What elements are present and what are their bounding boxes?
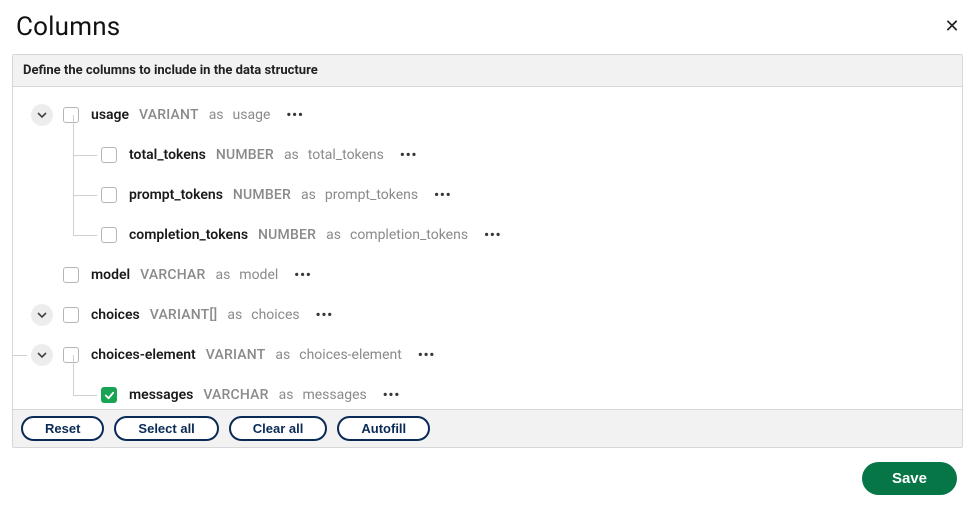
more-icon[interactable]: ••• <box>282 106 307 125</box>
tree-node-usage: usage VARIANT as usage ••• <box>31 95 952 135</box>
column-type: VARIANT <box>206 347 266 363</box>
columns-dialog: Columns ✕ Define the columns to include … <box>0 0 975 505</box>
as-label: as <box>301 187 316 203</box>
column-alias: messages <box>302 387 366 403</box>
checkbox-model[interactable] <box>63 267 79 283</box>
reset-button[interactable]: Reset <box>21 416 104 441</box>
column-name: usage <box>91 107 129 123</box>
column-name: total_tokens <box>129 147 206 163</box>
as-label: as <box>326 227 341 243</box>
column-type: NUMBER <box>233 187 291 203</box>
checkbox-usage[interactable] <box>63 107 79 123</box>
close-icon[interactable]: ✕ <box>941 16 963 38</box>
clear-all-button[interactable]: Clear all <box>229 416 328 441</box>
column-type: VARCHAR <box>140 267 205 283</box>
as-label: as <box>215 267 230 283</box>
as-label: as <box>227 307 242 323</box>
tree-node-completion-tokens: completion_tokens NUMBER as completion_t… <box>101 215 952 255</box>
as-label: as <box>275 347 290 363</box>
column-alias: model <box>239 267 278 283</box>
column-alias: total_tokens <box>308 147 384 163</box>
panel-header: Define the columns to include in the dat… <box>13 55 962 87</box>
more-icon[interactable]: ••• <box>379 386 404 405</box>
column-alias: completion_tokens <box>350 227 468 243</box>
more-icon[interactable]: ••• <box>414 346 439 365</box>
as-label: as <box>284 147 299 163</box>
column-alias: prompt_tokens <box>325 187 418 203</box>
checkbox-total-tokens[interactable] <box>101 147 117 163</box>
columns-panel: Define the columns to include in the dat… <box>12 54 963 448</box>
column-name: model <box>91 267 130 283</box>
dialog-footer: Save <box>12 448 963 495</box>
as-label: as <box>279 387 294 403</box>
tree-node-prompt-tokens: prompt_tokens NUMBER as prompt_tokens ••… <box>101 175 952 215</box>
column-type: VARIANT[] <box>150 307 218 323</box>
checkbox-prompt-tokens[interactable] <box>101 187 117 203</box>
tree-node-choices-element: choices-element VARIANT as choices-eleme… <box>31 335 952 375</box>
tree-node-choices: choices VARIANT[] as choices ••• <box>31 295 952 335</box>
more-icon[interactable]: ••• <box>290 266 315 285</box>
more-icon[interactable]: ••• <box>430 186 455 205</box>
select-all-button[interactable]: Select all <box>114 416 218 441</box>
save-button[interactable]: Save <box>862 462 957 495</box>
tree-node-total-tokens: total_tokens NUMBER as total_tokens ••• <box>101 135 952 175</box>
more-icon[interactable]: ••• <box>312 306 337 325</box>
chevron-down-icon[interactable] <box>31 304 53 326</box>
column-type: NUMBER <box>216 147 274 163</box>
column-name: choices-element <box>91 347 196 363</box>
as-label: as <box>209 107 224 123</box>
dialog-header: Columns ✕ <box>12 8 963 54</box>
column-alias: choices <box>251 307 299 323</box>
tree-node-model: model VARCHAR as model ••• <box>31 255 952 295</box>
column-name: messages <box>129 387 193 403</box>
more-icon[interactable]: ••• <box>396 146 421 165</box>
chevron-down-icon[interactable] <box>31 104 53 126</box>
column-alias: choices-element <box>299 347 402 363</box>
more-icon[interactable]: ••• <box>480 226 505 245</box>
column-type: VARIANT <box>139 107 199 123</box>
columns-tree-scroll[interactable]: usage VARIANT as usage ••• tot <box>13 87 962 409</box>
column-type: VARCHAR <box>203 387 268 403</box>
column-name: choices <box>91 307 140 323</box>
column-name: completion_tokens <box>129 227 248 243</box>
column-name: prompt_tokens <box>129 187 223 203</box>
dialog-title: Columns <box>16 12 120 42</box>
checkbox-choices-element[interactable] <box>63 347 79 363</box>
checkbox-choices[interactable] <box>63 307 79 323</box>
checkbox-messages[interactable] <box>101 387 117 403</box>
autofill-button[interactable]: Autofill <box>337 416 430 441</box>
tree-node-messages: messages VARCHAR as messages ••• <box>101 375 952 409</box>
panel-footer: Reset Select all Clear all Autofill <box>13 409 962 447</box>
chevron-down-icon[interactable] <box>31 344 53 366</box>
column-alias: usage <box>233 107 271 123</box>
checkbox-completion-tokens[interactable] <box>101 227 117 243</box>
column-type: NUMBER <box>258 227 316 243</box>
columns-tree: usage VARIANT as usage ••• tot <box>31 95 952 409</box>
